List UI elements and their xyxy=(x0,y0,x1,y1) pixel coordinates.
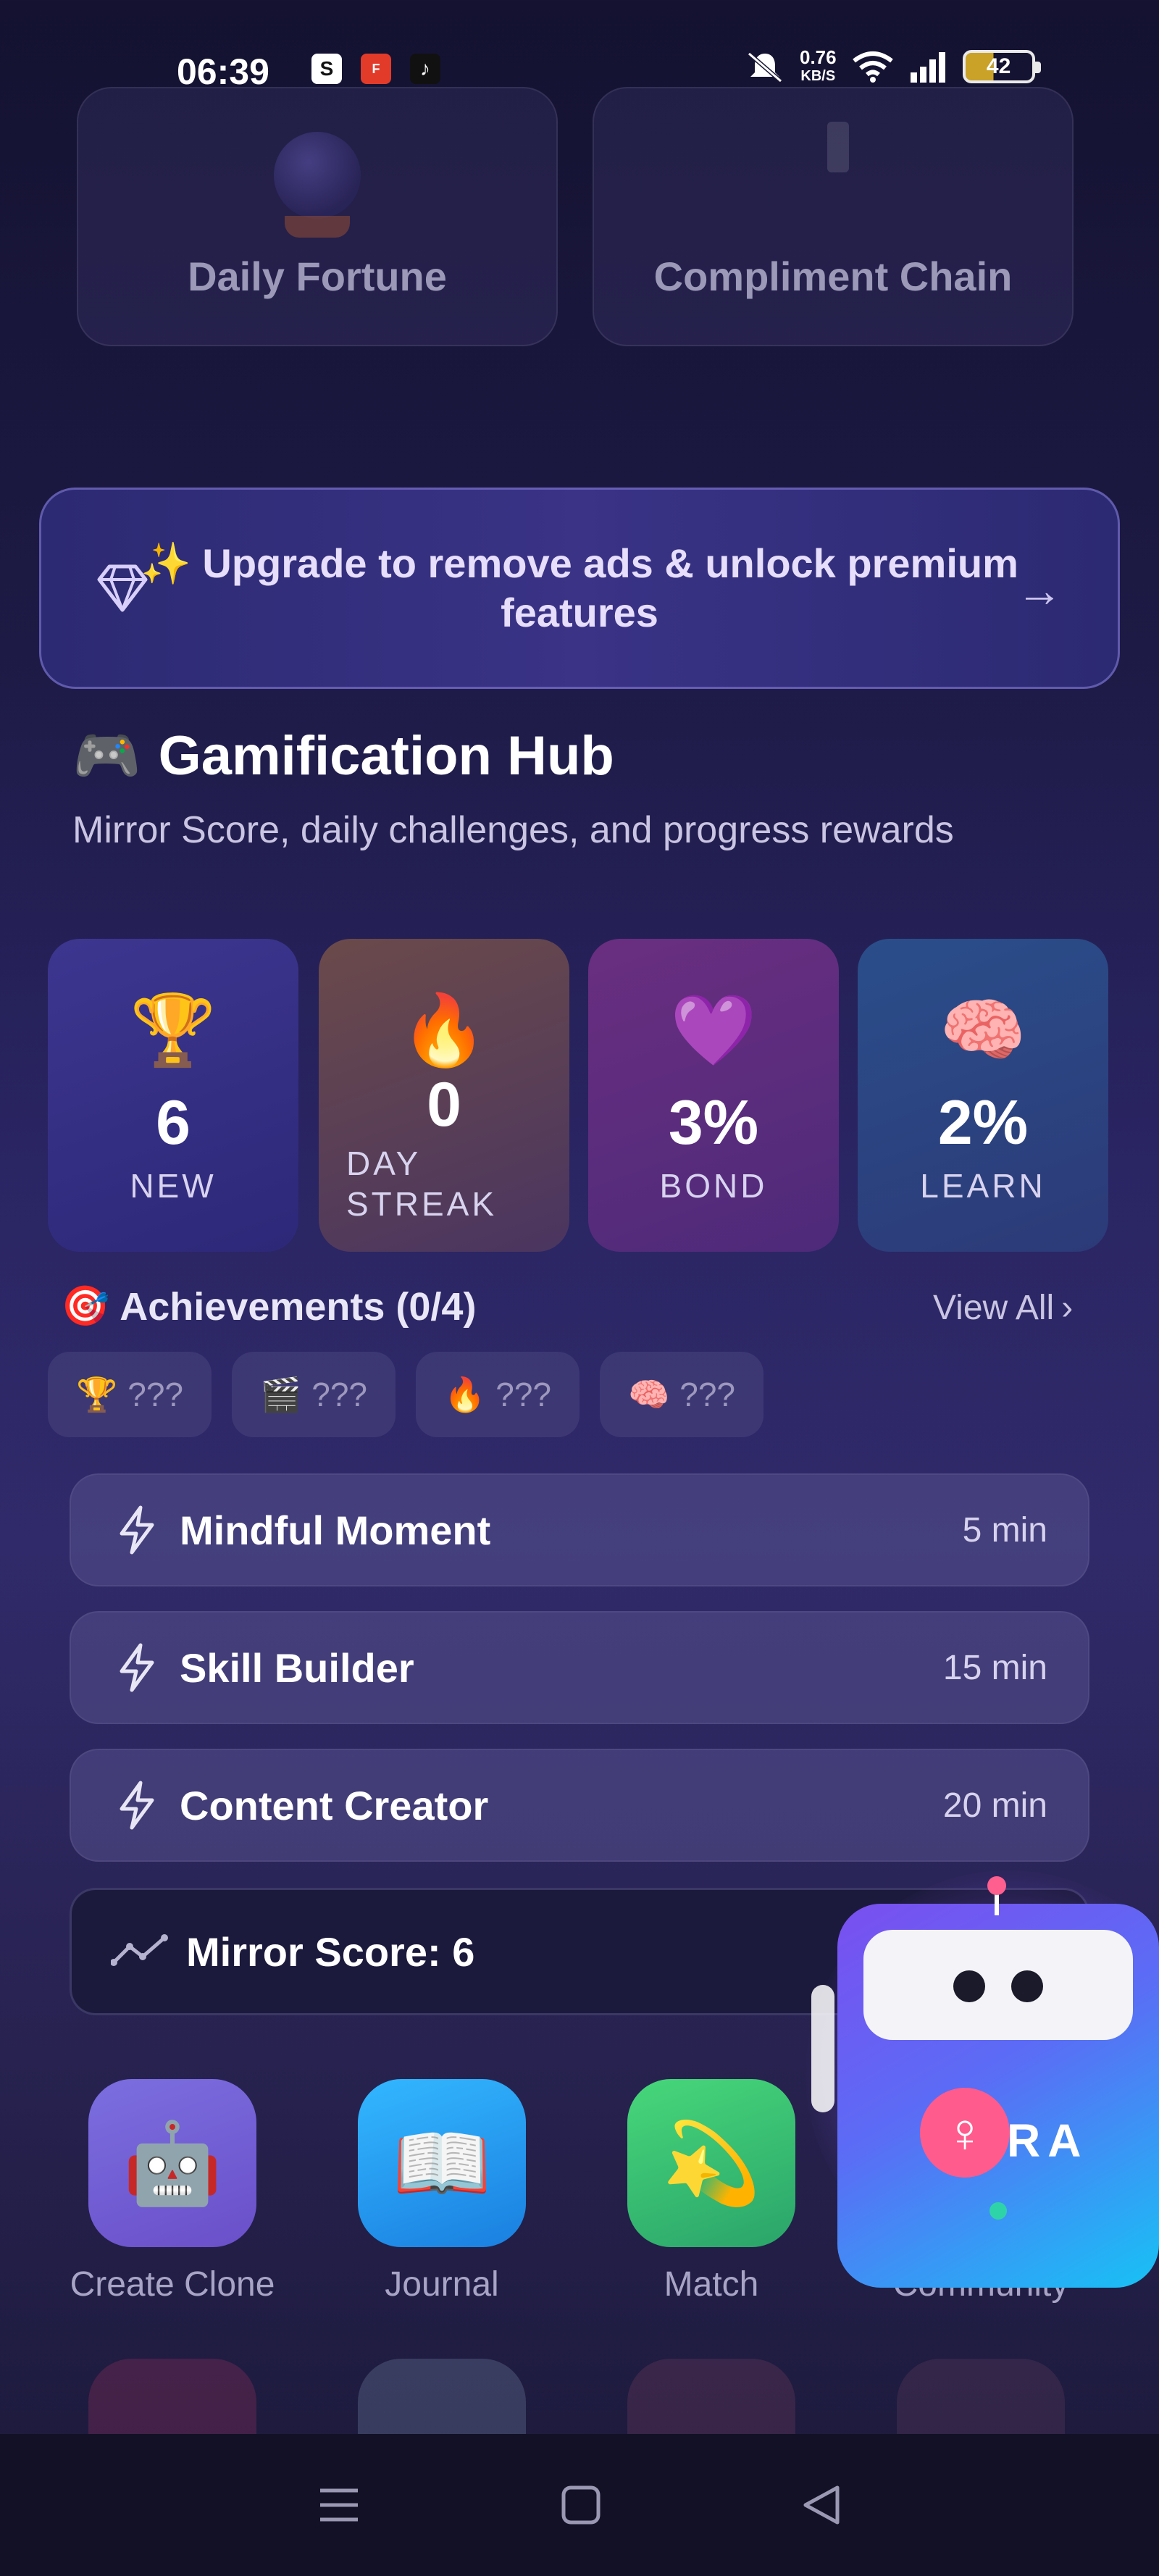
challenge-mindful-moment[interactable]: Mindful Moment 5 min xyxy=(70,1473,1089,1586)
battery-indicator: 42 xyxy=(962,50,1041,83)
challenge-content-creator[interactable]: Content Creator 20 min xyxy=(70,1749,1089,1862)
fire-icon: 🔥 xyxy=(401,992,488,1069)
robot-eye xyxy=(953,1970,985,2002)
stat-value: 6 xyxy=(156,1088,191,1158)
achievements-title: 🎯 Achievements (0/4) xyxy=(61,1284,476,1329)
challenge-name: Skill Builder xyxy=(180,1644,414,1691)
compliment-chain-label: Compliment Chain xyxy=(653,254,1013,299)
hub-subtitle: Mirror Score, daily challenges, and prog… xyxy=(72,809,954,851)
view-all-label: View All xyxy=(933,1289,1055,1327)
badge-label: ??? xyxy=(311,1376,368,1413)
app-label: Journal xyxy=(385,2265,499,2304)
achievement-badge[interactable]: 🎬 ??? xyxy=(232,1352,396,1437)
challenge-time: 5 min xyxy=(962,1510,1047,1550)
hub-title: 🎮 Gamification Hub xyxy=(72,723,614,788)
upgrade-banner[interactable]: ✨ Upgrade to remove ads & unlock premium… xyxy=(39,488,1120,689)
trend-icon xyxy=(111,1934,168,1966)
stat-new[interactable]: 🏆 6 NEW xyxy=(48,939,298,1252)
clapperboard-icon: 🎬 xyxy=(259,1375,302,1413)
journal-app[interactable]: 📖 xyxy=(358,2079,526,2247)
crystal-ball-icon xyxy=(274,132,361,219)
achievement-badge[interactable]: 🏆 ??? xyxy=(48,1352,212,1437)
home-icon[interactable] xyxy=(561,2485,601,2525)
stat-label: LEARN xyxy=(920,1167,1046,1205)
menu-icon[interactable] xyxy=(317,2485,361,2525)
daily-fortune-card[interactable]: Daily Fortune xyxy=(77,87,558,346)
notification-icons: S F ♪ xyxy=(311,54,440,84)
wifi-icon xyxy=(852,51,893,83)
hub-title-text: Gamification Hub xyxy=(158,724,614,787)
achievement-badge[interactable]: 🔥 ??? xyxy=(416,1352,580,1437)
stat-value: 0 xyxy=(427,1070,461,1139)
upgrade-text: ✨ Upgrade to remove ads & unlock premium… xyxy=(141,540,1018,635)
create-clone-app[interactable]: 🤖 xyxy=(88,2079,256,2247)
fpay-icon: F xyxy=(361,54,391,84)
robot-visor xyxy=(863,1930,1133,2040)
target-icon: 🎯 xyxy=(61,1284,110,1328)
stat-label: DAY STREAK xyxy=(346,1145,498,1223)
challenge-name: Mindful Moment xyxy=(180,1507,491,1553)
app-tile-faded[interactable] xyxy=(358,2359,526,2446)
challenge-time: 20 min xyxy=(942,1786,1047,1825)
achievements-title-text: Achievements (0/4) xyxy=(120,1284,477,1329)
signal-icon xyxy=(910,52,945,83)
badge-label: ??? xyxy=(495,1376,552,1413)
lightning-icon xyxy=(120,1781,154,1830)
challenge-name: Content Creator xyxy=(180,1782,489,1828)
robot-antenna-tip xyxy=(987,1876,1006,1895)
app-tile-faded[interactable] xyxy=(627,2359,795,2446)
app-tile-faded[interactable] xyxy=(88,2359,256,2446)
challenge-skill-builder[interactable]: Skill Builder 15 min xyxy=(70,1611,1089,1724)
drag-handle[interactable] xyxy=(811,1985,834,2112)
chevron-right-icon: › xyxy=(1061,1289,1074,1327)
tiktok-icon: ♪ xyxy=(410,54,440,84)
status-dot xyxy=(989,2202,1007,2220)
lightning-icon xyxy=(120,1505,154,1555)
net-speed-unit: KB/S xyxy=(800,68,836,84)
daily-fortune-label: Daily Fortune xyxy=(188,254,447,299)
brain-icon: 🧠 xyxy=(627,1375,670,1413)
stat-value: 3% xyxy=(668,1088,759,1158)
stat-label: NEW xyxy=(130,1167,217,1205)
mirror-score-label: Mirror Score: 6 xyxy=(186,1928,475,1975)
match-app[interactable]: 💫 xyxy=(627,2079,795,2247)
stat-day-streak[interactable]: 🔥 0 DAY STREAK xyxy=(319,939,569,1252)
app-label: Match xyxy=(664,2265,759,2304)
back-icon[interactable] xyxy=(801,2485,842,2525)
app-label: Create Clone xyxy=(70,2265,275,2304)
robot-name-text: RA xyxy=(1007,2115,1089,2167)
badge-label: ??? xyxy=(679,1376,736,1413)
robot-eye xyxy=(1011,1970,1043,2002)
mute-icon xyxy=(748,51,782,83)
compliment-chain-card[interactable]: Compliment Chain xyxy=(593,87,1074,346)
view-all-link[interactable]: View All › xyxy=(933,1288,1073,1328)
arrow-right-icon: → xyxy=(1016,564,1063,616)
diamond-icon xyxy=(97,564,148,612)
stat-value: 2% xyxy=(937,1088,1029,1158)
net-speed-value: 0.76 xyxy=(800,46,837,68)
shopee-icon: S xyxy=(311,54,342,84)
stat-bond[interactable]: 💜 3% BOND xyxy=(588,939,839,1252)
app-tile-faded[interactable] xyxy=(897,2359,1065,2446)
brain-icon: 🧠 xyxy=(940,992,1026,1069)
chain-icon xyxy=(827,122,849,172)
stat-label: BOND xyxy=(659,1167,768,1205)
badge-label: ??? xyxy=(127,1376,184,1413)
trophy-icon: 🏆 xyxy=(75,1375,118,1413)
heart-icon: 💜 xyxy=(670,992,757,1069)
fire-icon: 🔥 xyxy=(443,1375,486,1413)
net-speed: 0.76 KB/S xyxy=(800,48,837,85)
system-nav-bar xyxy=(0,2434,1159,2576)
stat-learn[interactable]: 🧠 2% LEARN xyxy=(858,939,1108,1252)
crystal-ball-base xyxy=(285,216,350,238)
lightning-icon xyxy=(120,1643,154,1692)
challenge-time: 15 min xyxy=(942,1648,1047,1687)
female-symbol-icon[interactable]: ♀ xyxy=(920,2088,1010,2178)
trophy-icon: 🏆 xyxy=(130,992,217,1069)
achievement-badge[interactable]: 🧠 ??? xyxy=(600,1352,763,1437)
gamepad-icon: 🎮 xyxy=(72,725,141,787)
status-right: 0.76 KB/S 42 xyxy=(745,48,1041,85)
